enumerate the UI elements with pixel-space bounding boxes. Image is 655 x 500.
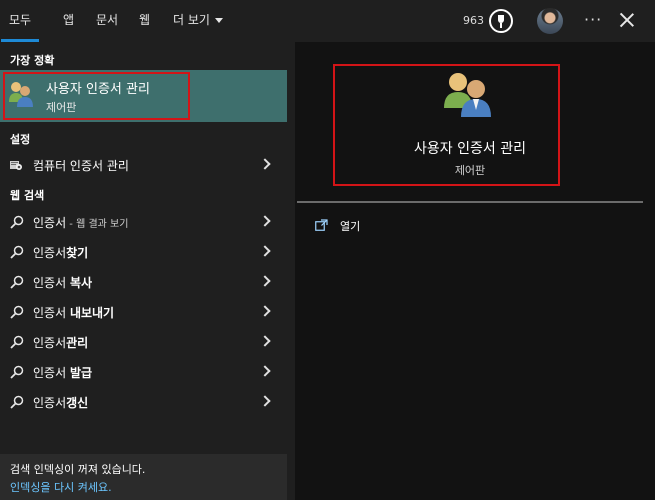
tab-documents[interactable]: 문서 bbox=[96, 0, 118, 42]
search-icon bbox=[10, 245, 24, 259]
web-result-item[interactable]: 인증서 발급 bbox=[0, 357, 287, 387]
chevron-right-icon bbox=[259, 245, 271, 257]
web-result-bold-text: 갱신 bbox=[66, 396, 89, 410]
best-match-heading: 가장 정확 bbox=[10, 54, 55, 67]
web-result-bold-text: 내보내기 bbox=[69, 306, 115, 320]
web-result-item[interactable]: 인증서갱신 bbox=[0, 387, 287, 417]
open-icon bbox=[315, 219, 328, 231]
search-icon bbox=[10, 305, 24, 319]
settings-item-label: 컴퓨터 인증서 관리 bbox=[33, 159, 129, 173]
web-result-text: 인증서 bbox=[33, 216, 67, 230]
web-search-heading: 웹 검색 bbox=[10, 189, 45, 202]
search-icon bbox=[10, 275, 24, 289]
close-icon[interactable] bbox=[619, 12, 635, 28]
web-result-text: 인증서 bbox=[33, 246, 67, 260]
chevron-right-icon bbox=[259, 395, 271, 407]
search-icon bbox=[10, 335, 24, 349]
web-result-text: 인증서 bbox=[33, 336, 67, 350]
certificate-settings-icon bbox=[10, 161, 22, 170]
chevron-right-icon bbox=[259, 158, 271, 170]
web-result-label: 인증서 - 웹 결과 보기 bbox=[33, 214, 128, 231]
web-result-item[interactable]: 인증서찾기 bbox=[0, 237, 287, 267]
web-result-label: 인증서갱신 bbox=[33, 394, 88, 411]
chevron-right-icon bbox=[259, 365, 271, 377]
web-result-item[interactable]: 인증서 내보내기 bbox=[0, 297, 287, 327]
indexing-notice-text: 검색 인덱싱이 꺼져 있습니다. bbox=[10, 463, 146, 476]
web-result-label: 인증서찾기 bbox=[33, 244, 88, 261]
web-result-suffix: - 웹 결과 보기 bbox=[66, 219, 129, 230]
settings-heading: 설정 bbox=[10, 133, 31, 146]
web-result-text: 인증서 bbox=[33, 396, 67, 410]
web-result-bold-text: 복사 bbox=[69, 276, 93, 290]
open-action-label: 열기 bbox=[340, 220, 361, 233]
web-result-text: 인증서 bbox=[33, 366, 70, 380]
web-result-bold-text: 관리 bbox=[66, 336, 89, 350]
web-result-text: 인증서 bbox=[33, 276, 70, 290]
web-result-item[interactable]: 인증서관리 bbox=[0, 327, 287, 357]
indexing-notice: 검색 인덱싱이 꺼져 있습니다. 인덱싱을 다시 켜세요. bbox=[0, 454, 287, 500]
avatar[interactable] bbox=[537, 8, 563, 34]
chevron-right-icon bbox=[259, 305, 271, 317]
chevron-right-icon bbox=[259, 335, 271, 347]
search-icon bbox=[10, 215, 24, 229]
web-result-label: 인증서관리 bbox=[33, 334, 88, 351]
web-result-bold-text: 발급 bbox=[69, 366, 93, 380]
top-bar: 모두 앱 문서 웹 더 보기 963 ··· bbox=[0, 0, 655, 42]
preview-panel: 사용자 인증서 관리 제어판 열기 bbox=[295, 42, 655, 500]
tab-apps[interactable]: 앱 bbox=[63, 0, 74, 42]
chevron-right-icon bbox=[259, 215, 271, 227]
web-result-label: 인증서 발급 bbox=[33, 364, 92, 381]
chevron-right-icon bbox=[259, 275, 271, 287]
tab-web[interactable]: 웹 bbox=[139, 0, 150, 42]
rewards-points: 963 bbox=[463, 14, 484, 27]
search-icon bbox=[10, 395, 24, 409]
highlight-box bbox=[3, 72, 190, 120]
divider bbox=[297, 201, 643, 203]
highlight-box bbox=[333, 64, 560, 186]
tab-more-label: 더 보기 bbox=[173, 13, 210, 27]
web-result-label: 인증서 내보내기 bbox=[33, 304, 114, 321]
web-result-item[interactable]: 인증서 - 웹 결과 보기 bbox=[0, 207, 287, 237]
web-result-label: 인증서 복사 bbox=[33, 274, 92, 291]
chevron-down-icon bbox=[214, 18, 223, 23]
search-icon bbox=[10, 365, 24, 379]
tab-all[interactable]: 모두 bbox=[0, 0, 40, 42]
results-panel: 가장 정확 사용자 인증서 관리 제어판 설정 컴퓨터 인증서 관리 웹 검색 … bbox=[0, 42, 287, 500]
web-result-text: 인증서 bbox=[33, 306, 70, 320]
web-result-item[interactable]: 인증서 복사 bbox=[0, 267, 287, 297]
settings-item-computer-certificates[interactable]: 컴퓨터 인증서 관리 bbox=[0, 150, 287, 180]
enable-indexing-link[interactable]: 인덱싱을 다시 켜세요. bbox=[10, 479, 112, 495]
web-result-bold-text: 찾기 bbox=[66, 246, 89, 260]
tab-more[interactable]: 더 보기 bbox=[173, 0, 223, 42]
trophy-icon[interactable] bbox=[489, 9, 513, 33]
more-options-button[interactable]: ··· bbox=[584, 0, 602, 40]
